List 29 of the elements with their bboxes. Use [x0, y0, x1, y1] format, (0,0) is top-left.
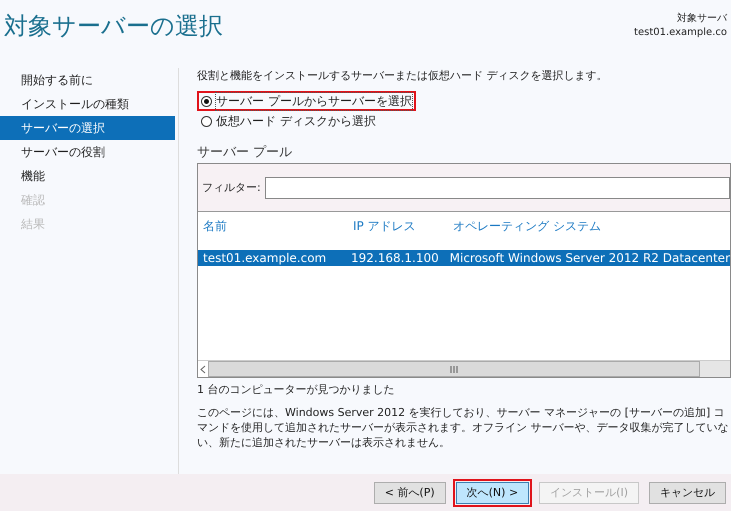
result-count: 1 台のコンピューターが見つかりました: [197, 382, 396, 397]
column-header[interactable]: IP アドレス: [353, 218, 453, 234]
sidebar-item[interactable]: サーバーの選択: [0, 116, 175, 140]
table-cell: Microsoft Windows Server 2012 R2 Datacenter: [450, 251, 730, 265]
highlighted-radio-option[interactable]: サーバー プールからサーバーを選択: [197, 91, 416, 111]
destination-label: 対象サーバ: [676, 12, 727, 26]
sidebar-item[interactable]: 開始する前に: [0, 68, 175, 92]
wizard-button[interactable]: キャンセル: [649, 482, 726, 504]
filter-field[interactable]: [264, 176, 730, 198]
sidebar-item[interactable]: サーバーの役割: [0, 140, 175, 164]
scrollbar-thumb[interactable]: [208, 361, 700, 377]
radio-button[interactable]: [201, 116, 212, 126]
sidebar-item[interactable]: インストールの種類: [0, 92, 175, 116]
filter-label: フィルター:: [202, 180, 261, 195]
radio-button[interactable]: [201, 96, 212, 106]
sidebar-item[interactable]: 機能: [0, 164, 175, 188]
page-title: 対象サーバーの選択: [4, 11, 223, 42]
wizard-button[interactable]: 次へ(N) >: [456, 482, 530, 504]
column-header[interactable]: 名前: [198, 218, 353, 234]
table-cell-text: test01.example.com: [202, 251, 328, 265]
radio-option[interactable]: 仮想ハード ディスクから選択: [197, 111, 380, 131]
intro-text: 役割と機能をインストールするサーバーまたは仮想ハード ディスクを選択します。: [197, 68, 608, 83]
description-text: このページには、Windows Server 2012 を実行しており、サーバー マネージャーの [サーバーの追加] コマンドを使用して追加されたサーバーが表示されます。オフライン サーバーや、データ収集が完了していない、新たに追加されたサーバーは表示されません。: [197, 405, 730, 450]
column-header[interactable]: オペレーティング システム: [453, 218, 730, 234]
table-row[interactable]: test01.example.com 192.168.1.100 Microsoft Windows Server 2012 R2 Datacenter: [198, 250, 730, 266]
table-cell-text: 192.168.1.100: [350, 251, 440, 265]
destination-server: test01.example.co: [634, 26, 727, 40]
section-title: サーバー プール: [197, 144, 294, 161]
wizard-button[interactable]: < 前へ(P): [374, 482, 446, 504]
